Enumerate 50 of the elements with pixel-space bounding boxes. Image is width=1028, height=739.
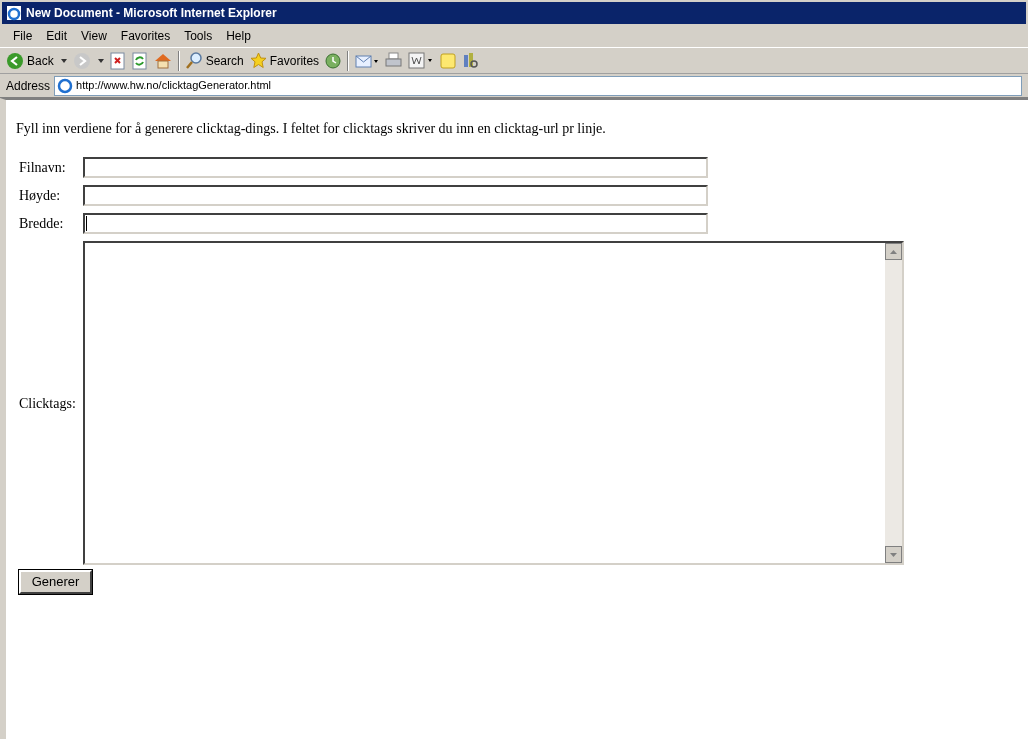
menu-item[interactable]: View (74, 26, 114, 45)
address-field[interactable]: http://www.hw.no/clicktagGenerator.html (54, 75, 1022, 96)
text-field[interactable] (83, 185, 708, 206)
generate-button[interactable]: Generer (19, 570, 92, 594)
toolbar-button[interactable]: Favorites (249, 51, 320, 70)
toolbar-button[interactable] (462, 52, 480, 69)
star-icon (249, 52, 267, 69)
field-label: Filnavn: (19, 159, 67, 177)
intro-text: Fyll inn verdiene for å generere clicktag-dings. I feltet for clicktags skriver du inn en clicktag-url pr linje. (16, 120, 607, 138)
toolbar-button[interactable] (72, 51, 104, 70)
toolbar-button[interactable] (355, 52, 380, 69)
menu-item[interactable]: Favorites (113, 26, 178, 45)
field-label: Høyde: (19, 187, 62, 205)
toolbar-button[interactable] (385, 52, 403, 69)
down-arrow-icon (890, 552, 897, 557)
scrollbar[interactable] (885, 243, 902, 563)
dropdown-caret-icon (60, 58, 67, 63)
field-label: Bredde: (19, 215, 65, 233)
menu-item[interactable]: Edit (39, 26, 75, 45)
note-icon (440, 52, 457, 69)
window-title: New Document - Microsoft Internet Explorer (26, 5, 277, 22)
document-icon (408, 52, 435, 69)
refresh-icon (131, 51, 148, 70)
text-field[interactable] (83, 157, 708, 178)
clock-icon (325, 52, 342, 69)
books-icon (462, 52, 480, 69)
toolbar-button[interactable] (325, 52, 342, 69)
scroll-down-button[interactable] (885, 546, 902, 563)
scroll-up-button[interactable] (885, 243, 902, 260)
menu-item[interactable]: Tools (177, 26, 220, 45)
menu-item[interactable]: File (6, 26, 40, 45)
browser-logo-icon (6, 5, 22, 21)
envelope-icon (355, 52, 380, 69)
toolbar-button[interactable] (109, 51, 126, 70)
text-field[interactable] (83, 213, 708, 234)
menu-item[interactable]: Help (219, 26, 258, 45)
up-arrow-icon (890, 249, 897, 254)
toolbar-button[interactable]: Back (6, 51, 67, 70)
search-icon (185, 52, 203, 69)
address-label: Address (6, 77, 51, 95)
printer-icon (385, 52, 403, 69)
field-label: Clicktags: (19, 394, 77, 413)
toolbar-button[interactable] (131, 51, 148, 70)
toolbar-button[interactable] (153, 51, 172, 70)
house-icon (153, 51, 172, 70)
dropdown-caret-icon (97, 58, 104, 63)
page-icon (57, 77, 74, 94)
toolbar-button[interactable]: Search (185, 51, 244, 70)
stop-icon (109, 51, 126, 70)
toolbar-button[interactable] (408, 52, 435, 69)
